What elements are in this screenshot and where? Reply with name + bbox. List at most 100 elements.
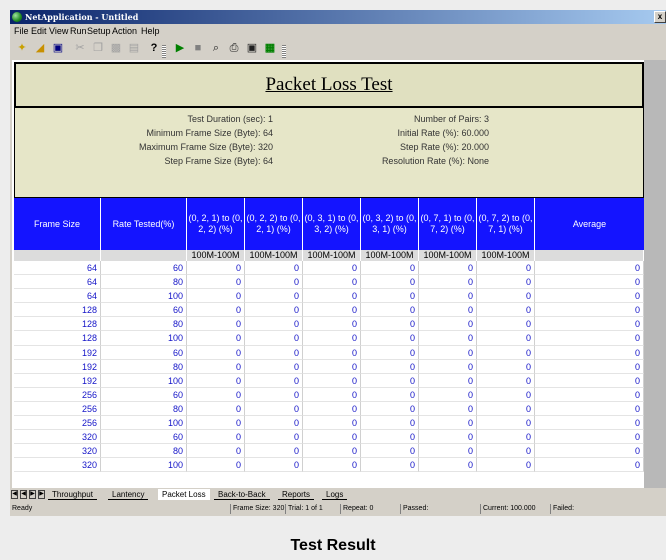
table-cell: 0 (303, 345, 361, 360)
table-cell: 0 (245, 359, 303, 374)
table-row: 320 60 0 0 0 0 0 0 0 (14, 430, 644, 445)
table-cell: 0 (245, 416, 303, 431)
print-icon[interactable]: ⎙ (226, 40, 242, 56)
tab-last-icon[interactable]: ▶ (38, 490, 45, 499)
open-folder-icon[interactable]: ◢ (32, 40, 48, 56)
table-row: 256 80 0 0 0 0 0 0 0 (14, 401, 644, 417)
param-max-frame-size: Maximum Frame Size (Byte): 320 (138, 142, 273, 152)
table-cell: 0 (245, 458, 303, 473)
param-min-frame-size: Minimum Frame Size (Byte): 64 (146, 128, 273, 138)
paste-icon[interactable]: ▩ (108, 40, 124, 56)
toolbar: ✦ ◢ ▣ ✂ ❐ ▩ ▤ ? ▶ ■ ⌕ ⎙ ▣ ▦ (10, 39, 666, 59)
table-cell: 320 (14, 458, 101, 473)
table-cell: 100 (101, 289, 187, 304)
tab-prev-icon[interactable]: ◀ (20, 490, 27, 499)
tab-back-to-back[interactable]: Back-to-Back (214, 489, 270, 500)
table-cell: 0 (361, 387, 419, 402)
report-title-box: Packet Loss Test (14, 62, 644, 108)
figure-caption: Test Result (290, 537, 376, 554)
table-cell: 0 (361, 345, 419, 360)
print-preview-icon[interactable]: ▣ (244, 40, 260, 56)
port-speed-cell: 100M-100M (245, 250, 303, 261)
menu-setup[interactable]: Setup (85, 25, 113, 38)
table-header: Frame Size Rate Tested(%) (0, 2, 1) to (… (14, 198, 644, 250)
tab-packet-loss[interactable]: Packet Loss (158, 489, 210, 500)
window-title: NetApplication - Untitled (25, 12, 139, 22)
table-cell: 0 (361, 261, 419, 276)
tab-throughput[interactable]: Throughput (48, 489, 97, 500)
menu-view[interactable]: View (47, 25, 70, 38)
table-row: 64 80 0 0 0 0 0 0 0 (14, 275, 644, 290)
table-cell: 0 (535, 303, 644, 318)
table-cell: 0 (245, 430, 303, 445)
table-cell: 0 (361, 289, 419, 304)
table-cell: 0 (303, 303, 361, 318)
toolbar-grip[interactable] (162, 45, 166, 58)
table-cell: 0 (535, 261, 644, 276)
table-cell: 0 (303, 401, 361, 417)
table-cell: 0 (477, 430, 535, 445)
tab-reports[interactable]: Reports (278, 489, 315, 500)
new-wizard-icon[interactable]: ✦ (14, 40, 30, 56)
tab-first-icon[interactable]: ◀ (11, 490, 18, 499)
table-cell: 100 (101, 373, 187, 388)
port-speed-cell: 100M-100M (361, 250, 419, 261)
table-cell: 80 (101, 401, 187, 417)
port-speed-cell (14, 250, 101, 261)
table-cell: 0 (361, 401, 419, 417)
menu-file[interactable]: File (12, 25, 31, 38)
run-icon[interactable]: ▶ (172, 40, 188, 56)
table-cell: 0 (245, 444, 303, 459)
stop-icon[interactable]: ■ (190, 40, 206, 56)
menu-edit[interactable]: Edit (29, 25, 49, 38)
help-icon[interactable]: ? (146, 40, 162, 56)
table-cell: 0 (419, 317, 477, 332)
table-cell: 128 (14, 303, 101, 318)
export-icon[interactable]: ▦ (262, 40, 278, 56)
table-cell: 0 (477, 373, 535, 388)
table-cell: 0 (187, 331, 245, 346)
table-row: 128 100 0 0 0 0 0 0 0 (14, 331, 644, 346)
table-cell: 0 (303, 416, 361, 431)
table-cell: 0 (535, 289, 644, 304)
table-cell: 0 (303, 387, 361, 402)
table-row: 192 100 0 0 0 0 0 0 0 (14, 373, 644, 388)
table-cell: 320 (14, 444, 101, 459)
table-cell: 60 (101, 303, 187, 318)
port-speed-cell: 100M-100M (303, 250, 361, 261)
table-cell: 0 (361, 416, 419, 431)
table-cell: 0 (303, 373, 361, 388)
table-cell: 0 (419, 275, 477, 290)
table-cell: 0 (419, 331, 477, 346)
port-speed-cell (101, 250, 187, 261)
menu-action[interactable]: Action (110, 25, 139, 38)
tab-logs[interactable]: Logs (322, 489, 348, 500)
cut-icon[interactable]: ✂ (72, 40, 88, 56)
table-cell: 0 (419, 359, 477, 374)
toolbar-grip-2[interactable] (282, 45, 286, 58)
save-icon[interactable]: ▣ (50, 40, 66, 56)
header-average: Average (572, 218, 607, 229)
properties-icon[interactable]: ▤ (126, 40, 142, 56)
table-cell: 100 (101, 458, 187, 473)
param-number-of-pairs: Number of Pairs: 3 (413, 114, 489, 124)
menu-help[interactable]: Help (139, 25, 162, 38)
header-rate-tested: Rate Tested(%) (101, 198, 187, 250)
port-speed-cell (535, 250, 644, 261)
table-cell: 0 (245, 289, 303, 304)
status-failed: Failed: (550, 504, 574, 514)
table-cell: 256 (14, 387, 101, 402)
zoom-icon[interactable]: ⌕ (208, 40, 224, 56)
menu-bar: File Edit View Run Setup Action Help (10, 24, 666, 39)
tab-lantency[interactable]: Lantency (108, 489, 149, 500)
tab-next-icon[interactable]: ▶ (29, 490, 36, 499)
table-cell: 0 (303, 275, 361, 290)
table-cell: 0 (535, 345, 644, 360)
table-cell: 192 (14, 345, 101, 360)
table-cell: 0 (187, 416, 245, 431)
close-button[interactable]: x (654, 11, 666, 23)
port-speed-cell: 100M-100M (419, 250, 477, 261)
table-row: 64 100 0 0 0 0 0 0 0 (14, 289, 644, 304)
copy-icon[interactable]: ❐ (90, 40, 106, 56)
table-cell: 0 (187, 275, 245, 290)
